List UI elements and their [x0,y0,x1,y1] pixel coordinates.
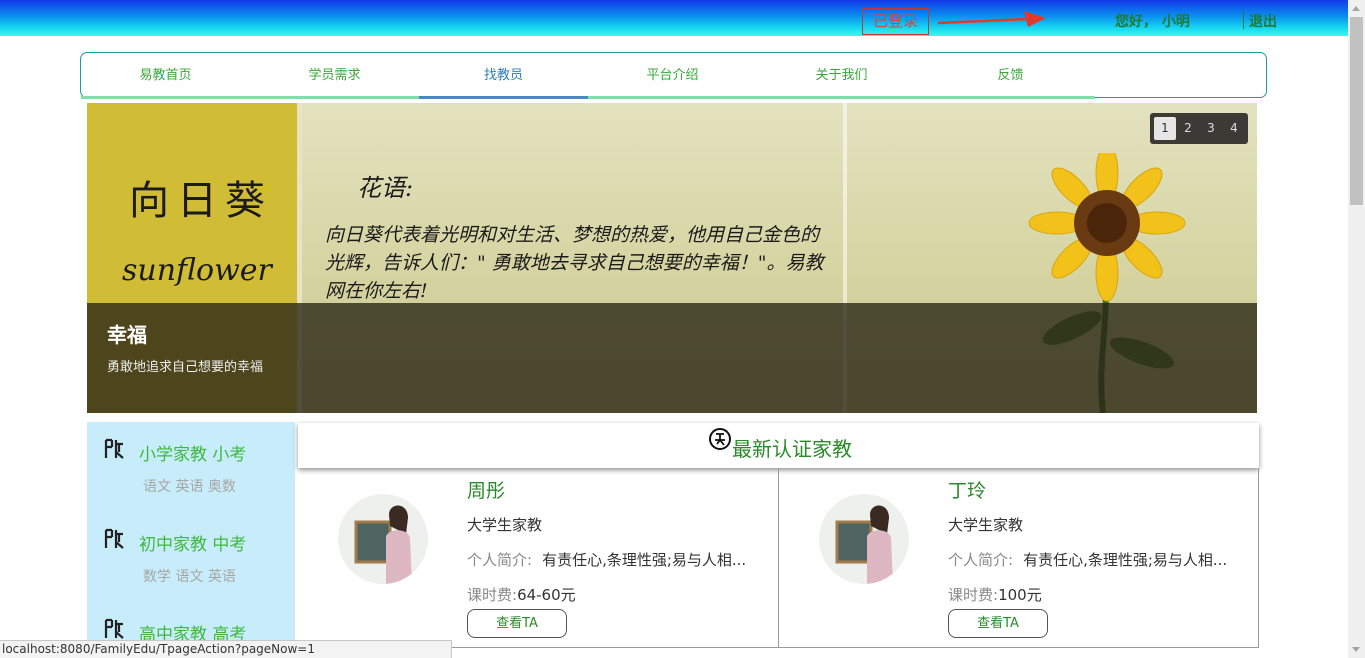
fee-label: 课时费: [948,586,999,604]
intro-label: 个人简介: [948,551,1014,569]
logout-link[interactable]: 退出 [1249,11,1277,31]
page-button-1[interactable]: 1 [1154,117,1176,140]
separator [1243,11,1244,29]
teacher-card: 周彤 大学生家教 个人简介: 有责任心,条理性强;易与人相... 课时费:64-6… [298,468,779,648]
banner-huayu: 花语: [357,174,414,202]
banner-carousel[interactable]: 向日葵 sunflower 花语: 向日葵代表着光明和对生活、梦想的热爱，他用自… [87,103,1257,413]
teacher-photo [835,505,893,584]
slide-title: 幸福 [107,323,147,347]
top-bar: 已登录 您好， 小明 退出 [0,0,1348,36]
page-button-2[interactable]: 2 [1177,117,1199,140]
category-subjects: 数学 语文 英语 [143,569,236,585]
page-button-3[interactable]: 3 [1200,117,1222,140]
fee-value: 100元 [998,586,1042,604]
banner-title-zh: 向日葵 [129,178,273,224]
carousel-pager: 1 2 3 4 [1150,113,1248,144]
teacher-fee: 课时费:100元 [948,584,1042,605]
intro-text: 有责任心,条理性强;易与人相... [542,551,747,569]
nav-item-student-needs[interactable]: 学员需求 [250,53,419,99]
nav-item-label: 关于我们 [815,68,868,83]
arrow-icon [937,11,1046,27]
teacher-avatar [819,494,909,584]
nav-item-label: 平台介绍 [646,68,699,83]
category-title[interactable]: 小学家教 小考 [139,440,246,465]
teacher-photo [354,505,412,584]
fee-label: 课时费: [467,586,518,604]
teacher-fee: 课时费:64-60元 [467,584,576,605]
category-subjects: 语文 英语 奥数 [143,479,236,495]
nav-item-label: 易教首页 [139,68,192,83]
intro-text: 有责任心,条理性强;易与人相... [1023,551,1228,569]
logged-in-badge[interactable]: 已登录 [862,8,929,35]
teacher-card: 丁玲 大学生家教 个人简介: 有责任心,条理性强;易与人相... 课时费:100元… [779,468,1259,648]
logo-icon [709,428,731,450]
scroll-up-icon[interactable] [1352,6,1360,11]
nav-item-about-us[interactable]: 关于我们 [757,53,926,99]
banner-text: 向日葵代表着光明和对生活、梦想的热爱，他用自己金色的光辉，告诉人们：" 勇敢地去… [325,224,824,302]
nav-item-label: 反馈 [997,68,1024,83]
nav-item-label: 学员需求 [308,68,361,83]
slide-description: 勇敢地追求自己想要的幸福 [107,360,264,375]
view-teacher-button[interactable]: 查看TA [467,609,567,638]
teacher-role: 大学生家教 [467,516,543,534]
intro-label: 个人简介: [467,551,533,569]
view-teacher-button[interactable]: 查看TA [948,609,1048,638]
main-nav: 易教首页 学员需求 找教员 平台介绍 关于我们 反馈 [80,52,1267,99]
category-title[interactable]: 初中家教 中考 [139,530,246,555]
section-title: 最新认证家教 [732,437,852,461]
vertical-scrollbar[interactable] [1348,0,1365,658]
banner-title-en: sunflower [122,253,272,288]
teacher-name[interactable]: 周彤 [467,476,505,503]
nav-item-platform-intro[interactable]: 平台介绍 [588,53,757,99]
status-bar-url: localhost:8080/FamilyEdu/TpageAction?pag… [0,640,452,658]
teacher-intro: 个人简介: 有责任心,条理性强;易与人相... [948,549,1248,570]
book-icon [104,528,124,549]
category-sidebar: 小学家教 小考 语文 英语 奥数 初中家教 中考 数学 语文 英语 高中家教 高… [87,422,295,658]
nav-item-label: 找教员 [483,68,523,83]
scroll-thumb[interactable] [1350,17,1363,205]
page: 已登录 您好， 小明 退出 易教首页 学员需求 找教员 平台介绍 关于我们 反馈… [0,0,1365,658]
scroll-down-icon[interactable] [1352,647,1360,652]
nav-item-find-tutor[interactable]: 找教员 [419,53,588,99]
user-greeting: 您好， 小明 [1115,14,1190,30]
teacher-avatar [338,494,428,584]
teacher-role: 大学生家教 [948,516,1024,534]
teacher-name[interactable]: 丁玲 [948,476,986,503]
fee-value: 64-60元 [517,586,576,604]
teacher-grid: 周彤 大学生家教 个人简介: 有责任心,条理性强;易与人相... 课时费:64-6… [298,468,1259,658]
section-header: 最新认证家教 [298,423,1259,468]
book-icon [104,438,124,459]
slide-caption: 幸福 勇敢地追求自己想要的幸福 [87,303,1257,413]
book-icon [104,618,124,639]
nav-item-feedback[interactable]: 反馈 [926,53,1095,99]
teacher-intro: 个人简介: 有责任心,条理性强;易与人相... [467,549,767,570]
nav-item-home[interactable]: 易教首页 [81,53,250,99]
page-button-4[interactable]: 4 [1223,117,1245,140]
